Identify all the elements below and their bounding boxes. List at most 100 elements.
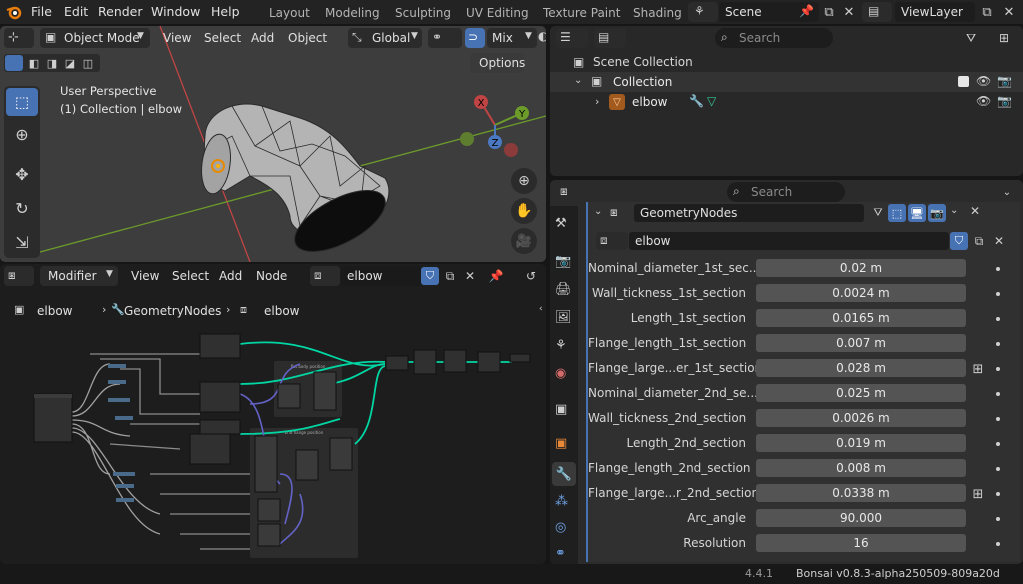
fake-user-shield-icon[interactable]: ⛉: [950, 232, 968, 250]
keyframe-dot[interactable]: [996, 317, 1000, 321]
menu-help[interactable]: Help: [211, 4, 240, 19]
eye-icon[interactable]: 👁: [976, 74, 991, 88]
select-subtract-icon[interactable]: ◨: [44, 55, 60, 71]
scene-name-field[interactable]: Scene 📌: [719, 2, 819, 22]
unlink-icon[interactable]: ✕: [990, 232, 1008, 250]
duplicate-icon[interactable]: ⧉: [970, 232, 988, 250]
select-new-icon[interactable]: [5, 55, 23, 71]
node-graph[interactable]: flat body position 2nd flange position: [0, 324, 546, 564]
eye-icon[interactable]: 👁: [976, 94, 991, 108]
viewlayer-browse-button[interactable]: ▤: [862, 2, 892, 22]
breadcrumb-modifier[interactable]: GeometryNodes: [124, 304, 221, 318]
node-editor[interactable]: ⧆ Modifier ▼ View Select Add Node ⧈ elbo…: [0, 264, 546, 564]
nodegroup-name-field[interactable]: elbow: [341, 266, 421, 286]
parameter-value-field[interactable]: 0.0026 m: [756, 409, 966, 427]
menu-render[interactable]: Render: [98, 4, 143, 19]
on-cage-icon[interactable]: ⛛: [870, 204, 886, 222]
node-menu-select[interactable]: Select: [172, 269, 209, 283]
tab-sculpting[interactable]: Sculpting: [395, 6, 451, 20]
filter-icon[interactable]: ⛛: [958, 29, 984, 47]
mode-dropdown[interactable]: ▣ Object Mode ▼: [40, 28, 150, 48]
chevron-down-icon[interactable]: ⌄: [574, 75, 582, 86]
unlink-nodegroup-icon[interactable]: ✕: [461, 267, 479, 285]
mesh-data-icon[interactable]: ▽: [707, 94, 716, 108]
collection-tab-icon[interactable]: ▣: [555, 402, 567, 417]
select-extend-icon[interactable]: ◧: [26, 55, 42, 71]
chevron-down-icon[interactable]: ⌄: [594, 206, 602, 217]
display-mode-dropdown[interactable]: ▤: [594, 28, 626, 48]
tab-modeling[interactable]: Modeling: [325, 6, 380, 20]
attribute-toggle-icon[interactable]: ⊞: [969, 485, 987, 503]
breadcrumb-nodegroup[interactable]: elbow: [264, 304, 300, 318]
scene-tab-icon[interactable]: ⚘: [555, 338, 567, 353]
outliner-editor-type-button[interactable]: ☰: [556, 28, 588, 48]
node-menu-view[interactable]: View: [131, 269, 159, 283]
chevron-right-icon[interactable]: ›: [595, 95, 599, 108]
keyframe-dot[interactable]: [996, 467, 1000, 471]
render-toggle-icon[interactable]: 📷: [928, 204, 946, 222]
outliner-search-input[interactable]: ⌕ Search: [715, 28, 833, 48]
camera-render-icon[interactable]: 📷: [997, 74, 1012, 88]
overlay-icon[interactable]: ◐: [538, 29, 546, 43]
collection-row[interactable]: ⌄ ▣ Collection 👁 📷: [550, 72, 1023, 92]
node-sidebar-toggle[interactable]: ‹: [539, 292, 546, 562]
viewlayer-name-field[interactable]: ViewLayer: [895, 2, 975, 22]
object-tab-icon[interactable]: ▣: [555, 436, 567, 451]
camera-icon[interactable]: 🎥: [511, 228, 537, 254]
wrench-modifier-icon[interactable]: 🔧: [689, 94, 704, 108]
select-difference-icon[interactable]: ◪: [62, 55, 78, 71]
move-tool-icon[interactable]: ✥: [6, 160, 38, 188]
scene-browse-button[interactable]: ⚘: [688, 2, 718, 22]
keyframe-dot[interactable]: [996, 267, 1000, 271]
parameter-value-field[interactable]: 90.000: [756, 509, 966, 527]
editor-type-button[interactable]: ⊹: [4, 28, 34, 48]
shading-dropdown[interactable]: Mix ▼: [487, 28, 537, 48]
node-context-dropdown[interactable]: Modifier ▼: [40, 266, 118, 286]
viewport-menu-select[interactable]: Select: [204, 31, 241, 45]
node-menu-add[interactable]: Add: [219, 269, 242, 283]
scale-tool-icon[interactable]: ⇲: [6, 228, 38, 256]
nodegroup-browse-button[interactable]: ⧈: [596, 232, 628, 250]
breadcrumb-object[interactable]: elbow: [37, 304, 73, 318]
keyframe-dot[interactable]: [996, 442, 1000, 446]
rotate-tool-icon[interactable]: ↻: [6, 194, 38, 222]
close-icon[interactable]: ✕: [970, 204, 980, 218]
chevron-down-icon[interactable]: ⌄: [998, 183, 1016, 201]
keyframe-dot[interactable]: [996, 392, 1000, 396]
new-viewlayer-icon[interactable]: ⧉: [978, 3, 996, 21]
physics-tab-icon[interactable]: ◎: [555, 520, 566, 535]
scene-collection-label[interactable]: Scene Collection: [593, 55, 693, 69]
world-tab-icon[interactable]: ◉: [555, 366, 566, 381]
select-box-tool-icon[interactable]: ⬚: [6, 88, 38, 116]
delete-scene-icon[interactable]: ✕: [840, 3, 858, 21]
parameter-value-field[interactable]: 16: [756, 534, 966, 552]
viewport-menu-object[interactable]: Object: [288, 31, 327, 45]
new-collection-icon[interactable]: ⊞: [993, 29, 1015, 47]
tab-uv-editing[interactable]: UV Editing: [466, 6, 529, 20]
keyframe-dot[interactable]: [996, 517, 1000, 521]
parameter-value-field[interactable]: 0.019 m: [756, 434, 966, 452]
viewport-toggle-icon[interactable]: 🖥: [908, 204, 926, 222]
viewport-menu-view[interactable]: View: [163, 31, 191, 45]
pin-icon[interactable]: 📌: [487, 267, 505, 285]
parameter-value-field[interactable]: 0.0165 m: [756, 309, 966, 327]
properties-editor-type-button[interactable]: ⧆: [556, 182, 588, 202]
tab-shading[interactable]: Shading: [633, 6, 682, 20]
options-button[interactable]: Options: [470, 53, 525, 73]
backdrop-icon[interactable]: ↺: [522, 267, 540, 285]
keyframe-dot[interactable]: [996, 342, 1000, 346]
3d-viewport[interactable]: ⊹ ▣ Object Mode ▼ View Select Add Object…: [0, 26, 546, 262]
menu-file[interactable]: File: [31, 4, 52, 19]
edit-mode-toggle-icon[interactable]: ⬚: [888, 204, 906, 222]
camera-render-icon[interactable]: 📷: [997, 94, 1012, 108]
constraints-tab-icon[interactable]: ⚭: [555, 546, 566, 561]
new-scene-icon[interactable]: ⧉: [820, 3, 838, 21]
chevron-down-icon[interactable]: ⌄: [950, 205, 958, 216]
render-tab-icon[interactable]: 📷: [555, 254, 571, 269]
node-menu-node[interactable]: Node: [256, 269, 287, 283]
particles-tab-icon[interactable]: ⁂: [555, 494, 568, 509]
modifier-name-field[interactable]: GeometryNodes: [634, 204, 864, 222]
keyframe-dot[interactable]: [996, 492, 1000, 496]
nodegroup-browse-button[interactable]: ⧈: [310, 266, 340, 286]
viewport-menu-add[interactable]: Add: [251, 31, 274, 45]
